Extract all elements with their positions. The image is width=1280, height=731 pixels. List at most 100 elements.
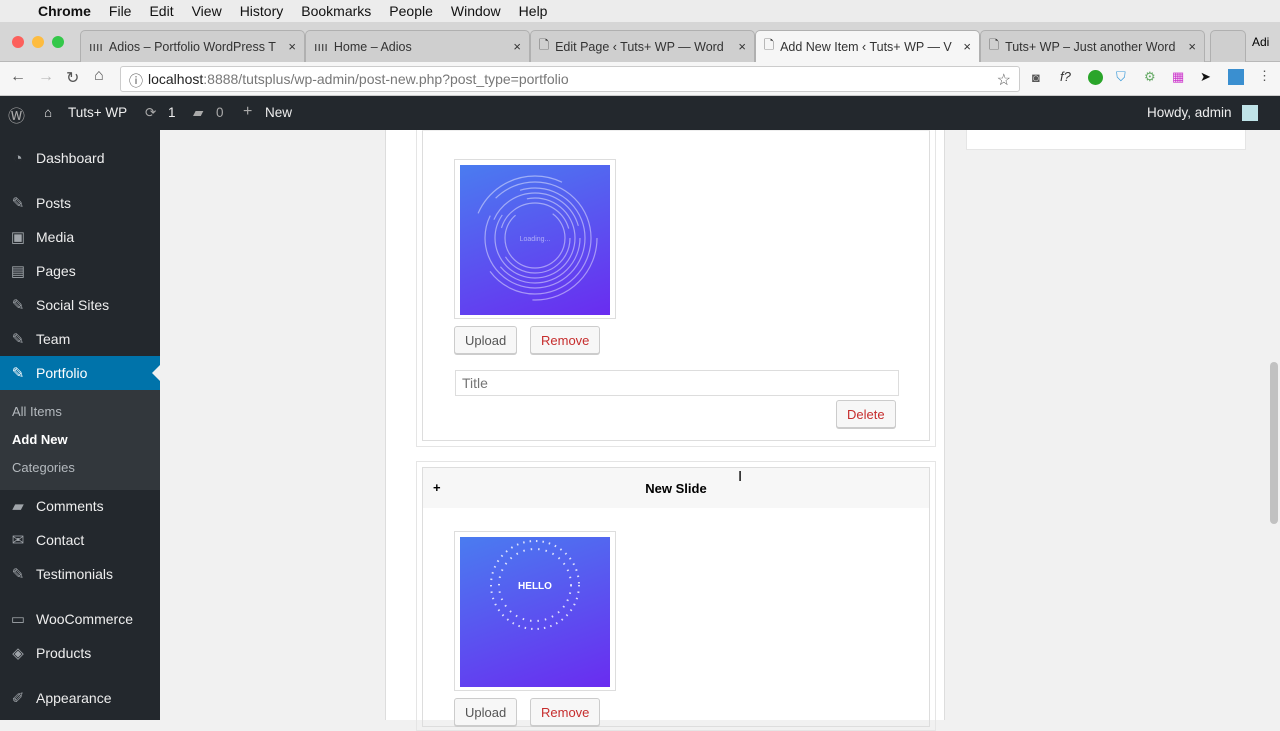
js-extension-icon[interactable]: ⚙	[1144, 69, 1156, 85]
submenu-categories[interactable]: Categories	[12, 460, 75, 475]
pin-icon: ✎	[11, 566, 25, 583]
back-icon[interactable]: ←	[10, 68, 26, 86]
checkmark-extension-icon[interactable]	[1088, 70, 1103, 85]
theme-icon: ıııı	[89, 39, 103, 54]
sidebar-item-products[interactable]: ◈ Products	[0, 636, 160, 670]
new-tab-button[interactable]	[1210, 30, 1246, 62]
sidebar-item-label: Appearance	[36, 690, 112, 706]
remove-button[interactable]: Remove	[530, 698, 601, 726]
site-name-link[interactable]: Tuts+ WP	[68, 105, 127, 120]
bookmark-star-icon[interactable]: ☆	[997, 70, 1011, 90]
loading-rings: Loading...	[472, 175, 598, 301]
sidebar-item-dashboard[interactable]: ◔ Dashboard	[0, 141, 160, 175]
home-icon[interactable]: ⌂	[94, 67, 104, 85]
menu-file[interactable]: File	[109, 3, 132, 19]
menu-history[interactable]: History	[240, 3, 284, 19]
reload-icon[interactable]: ↻	[66, 68, 79, 88]
updates-icon[interactable]: ⟳	[145, 105, 156, 121]
tab-title: Home – Adios	[333, 39, 412, 54]
delete-slide-button[interactable]: Delete	[836, 400, 896, 428]
tab-add-new-item[interactable]: 🗋 Add New Item ‹ Tuts+ WP — V ×	[755, 30, 980, 62]
color-extension-icon[interactable]: ▦	[1172, 69, 1184, 85]
cursor-extension-icon[interactable]: ➤	[1200, 69, 1211, 85]
close-tab-icon[interactable]: ×	[963, 39, 971, 54]
minimize-window-icon[interactable]	[32, 36, 44, 48]
sidebar-item-pages[interactable]: ▤ Pages	[0, 254, 160, 288]
menu-view[interactable]: View	[192, 3, 222, 19]
products-icon: ◈	[12, 645, 24, 662]
sidebar-item-portfolio[interactable]: ✎ Portfolio	[0, 356, 160, 390]
sidebar-item-label: Products	[36, 645, 92, 661]
sidebar-item-media[interactable]: ▣ Media	[0, 220, 160, 254]
sidebar-item-label: Comments	[36, 498, 104, 514]
close-tab-icon[interactable]: ×	[513, 39, 521, 54]
sidebar-item-label: Portfolio	[36, 365, 88, 381]
theme-icon: ıııı	[314, 39, 328, 54]
comments-count[interactable]: 0	[216, 105, 224, 120]
comments-icon[interactable]: ▰	[193, 105, 203, 121]
menu-edit[interactable]: Edit	[149, 3, 173, 19]
menu-people[interactable]: People	[389, 3, 433, 19]
hello-text: HELLO	[518, 581, 552, 592]
wordpress-logo-icon[interactable]: Ⓦ	[8, 102, 25, 127]
sidebar-item-label: Posts	[36, 195, 72, 211]
info-icon: ⓘ	[129, 73, 143, 89]
url-input[interactable]: ⓘ localhost:8888/tutsplus/wp-admin/post-n…	[120, 66, 1020, 92]
fontface-icon[interactable]: f?	[1060, 69, 1071, 84]
sidebar-item-social-sites[interactable]: ✎ Social Sites	[0, 288, 160, 322]
forward-icon[interactable]: →	[38, 68, 54, 86]
menu-chrome[interactable]: Chrome	[38, 3, 91, 19]
sidebar-item-appearance[interactable]: ✐ Appearance	[0, 681, 160, 715]
maximize-window-icon[interactable]	[52, 36, 64, 48]
updates-count[interactable]: 1	[168, 105, 176, 120]
close-tab-icon[interactable]: ×	[288, 39, 296, 54]
site-home-icon[interactable]: ⌂	[44, 105, 52, 120]
pocket-icon[interactable]: ◙	[1032, 70, 1040, 85]
sidebar-item-posts[interactable]: ✎ Posts	[0, 186, 160, 220]
howdy-account-link[interactable]: Howdy, admin	[1147, 105, 1232, 120]
slide-image-preview: HELLO	[454, 531, 616, 691]
text-cursor-icon: I	[738, 468, 743, 485]
plus-icon[interactable]: +	[243, 103, 252, 121]
new-content-link[interactable]: New	[265, 105, 292, 120]
sidebar-item-woocommerce[interactable]: ▭ WooCommerce	[0, 602, 160, 636]
mail-icon: ✉	[11, 532, 25, 549]
tab-home-adios[interactable]: ıııı Home – Adios ×	[305, 30, 530, 62]
scrollbar-thumb[interactable]	[1270, 362, 1278, 524]
slide-header[interactable]: + New Slide	[423, 468, 929, 508]
portfolio-submenu: All Items Add New Categories	[0, 390, 160, 490]
sidebar-item-comments[interactable]: ▰ Comments	[0, 489, 160, 523]
submenu-all-items[interactable]: All Items	[12, 404, 62, 419]
close-window-icon[interactable]	[12, 36, 24, 48]
url-host: localhost	[148, 71, 204, 87]
sidebar-item-team[interactable]: ✎ Team	[0, 322, 160, 356]
tab-edit-page[interactable]: 🗋 Edit Page ‹ Tuts+ WP — Word ×	[530, 30, 755, 62]
upload-button[interactable]: Upload	[454, 698, 518, 726]
close-tab-icon[interactable]: ×	[738, 39, 746, 54]
slide-title-input[interactable]	[455, 370, 899, 396]
menu-help[interactable]: Help	[519, 3, 548, 19]
shield-extension-icon[interactable]: ⛉	[1116, 69, 1126, 85]
tab-tuts-wp[interactable]: 🗋 Tuts+ WP – Just another Word ×	[980, 30, 1205, 62]
pages-icon: ▤	[10, 263, 26, 280]
loading-image: Loading...	[460, 165, 610, 315]
remove-button[interactable]: Remove	[530, 326, 601, 354]
slide-image-preview: Loading...	[454, 159, 616, 319]
sidebar-item-contact[interactable]: ✉ Contact	[0, 523, 160, 557]
sidebar-item-testimonials[interactable]: ✎ Testimonials	[0, 557, 160, 591]
profile-name[interactable]: Adi	[1252, 35, 1269, 49]
tab-adios-portfolio[interactable]: ıııı Adios – Portfolio WordPress T ×	[80, 30, 305, 62]
submenu-add-new[interactable]: Add New	[12, 432, 68, 447]
sidebar-item-label: Contact	[36, 532, 85, 548]
woocommerce-icon: ▭	[10, 611, 26, 628]
close-tab-icon[interactable]: ×	[1188, 39, 1196, 54]
avatar[interactable]	[1242, 105, 1258, 121]
menu-window[interactable]: Window	[451, 3, 501, 19]
chrome-menu-icon[interactable]: ⋮	[1258, 68, 1271, 84]
pin-icon: ✎	[11, 195, 25, 212]
upload-button[interactable]: Upload	[454, 326, 518, 354]
url-path: :8888/tutsplus/wp-admin/post-new.php?pos…	[203, 71, 569, 87]
s-extension-icon[interactable]	[1228, 69, 1244, 85]
active-arrow	[144, 365, 160, 381]
menu-bookmarks[interactable]: Bookmarks	[301, 3, 371, 19]
